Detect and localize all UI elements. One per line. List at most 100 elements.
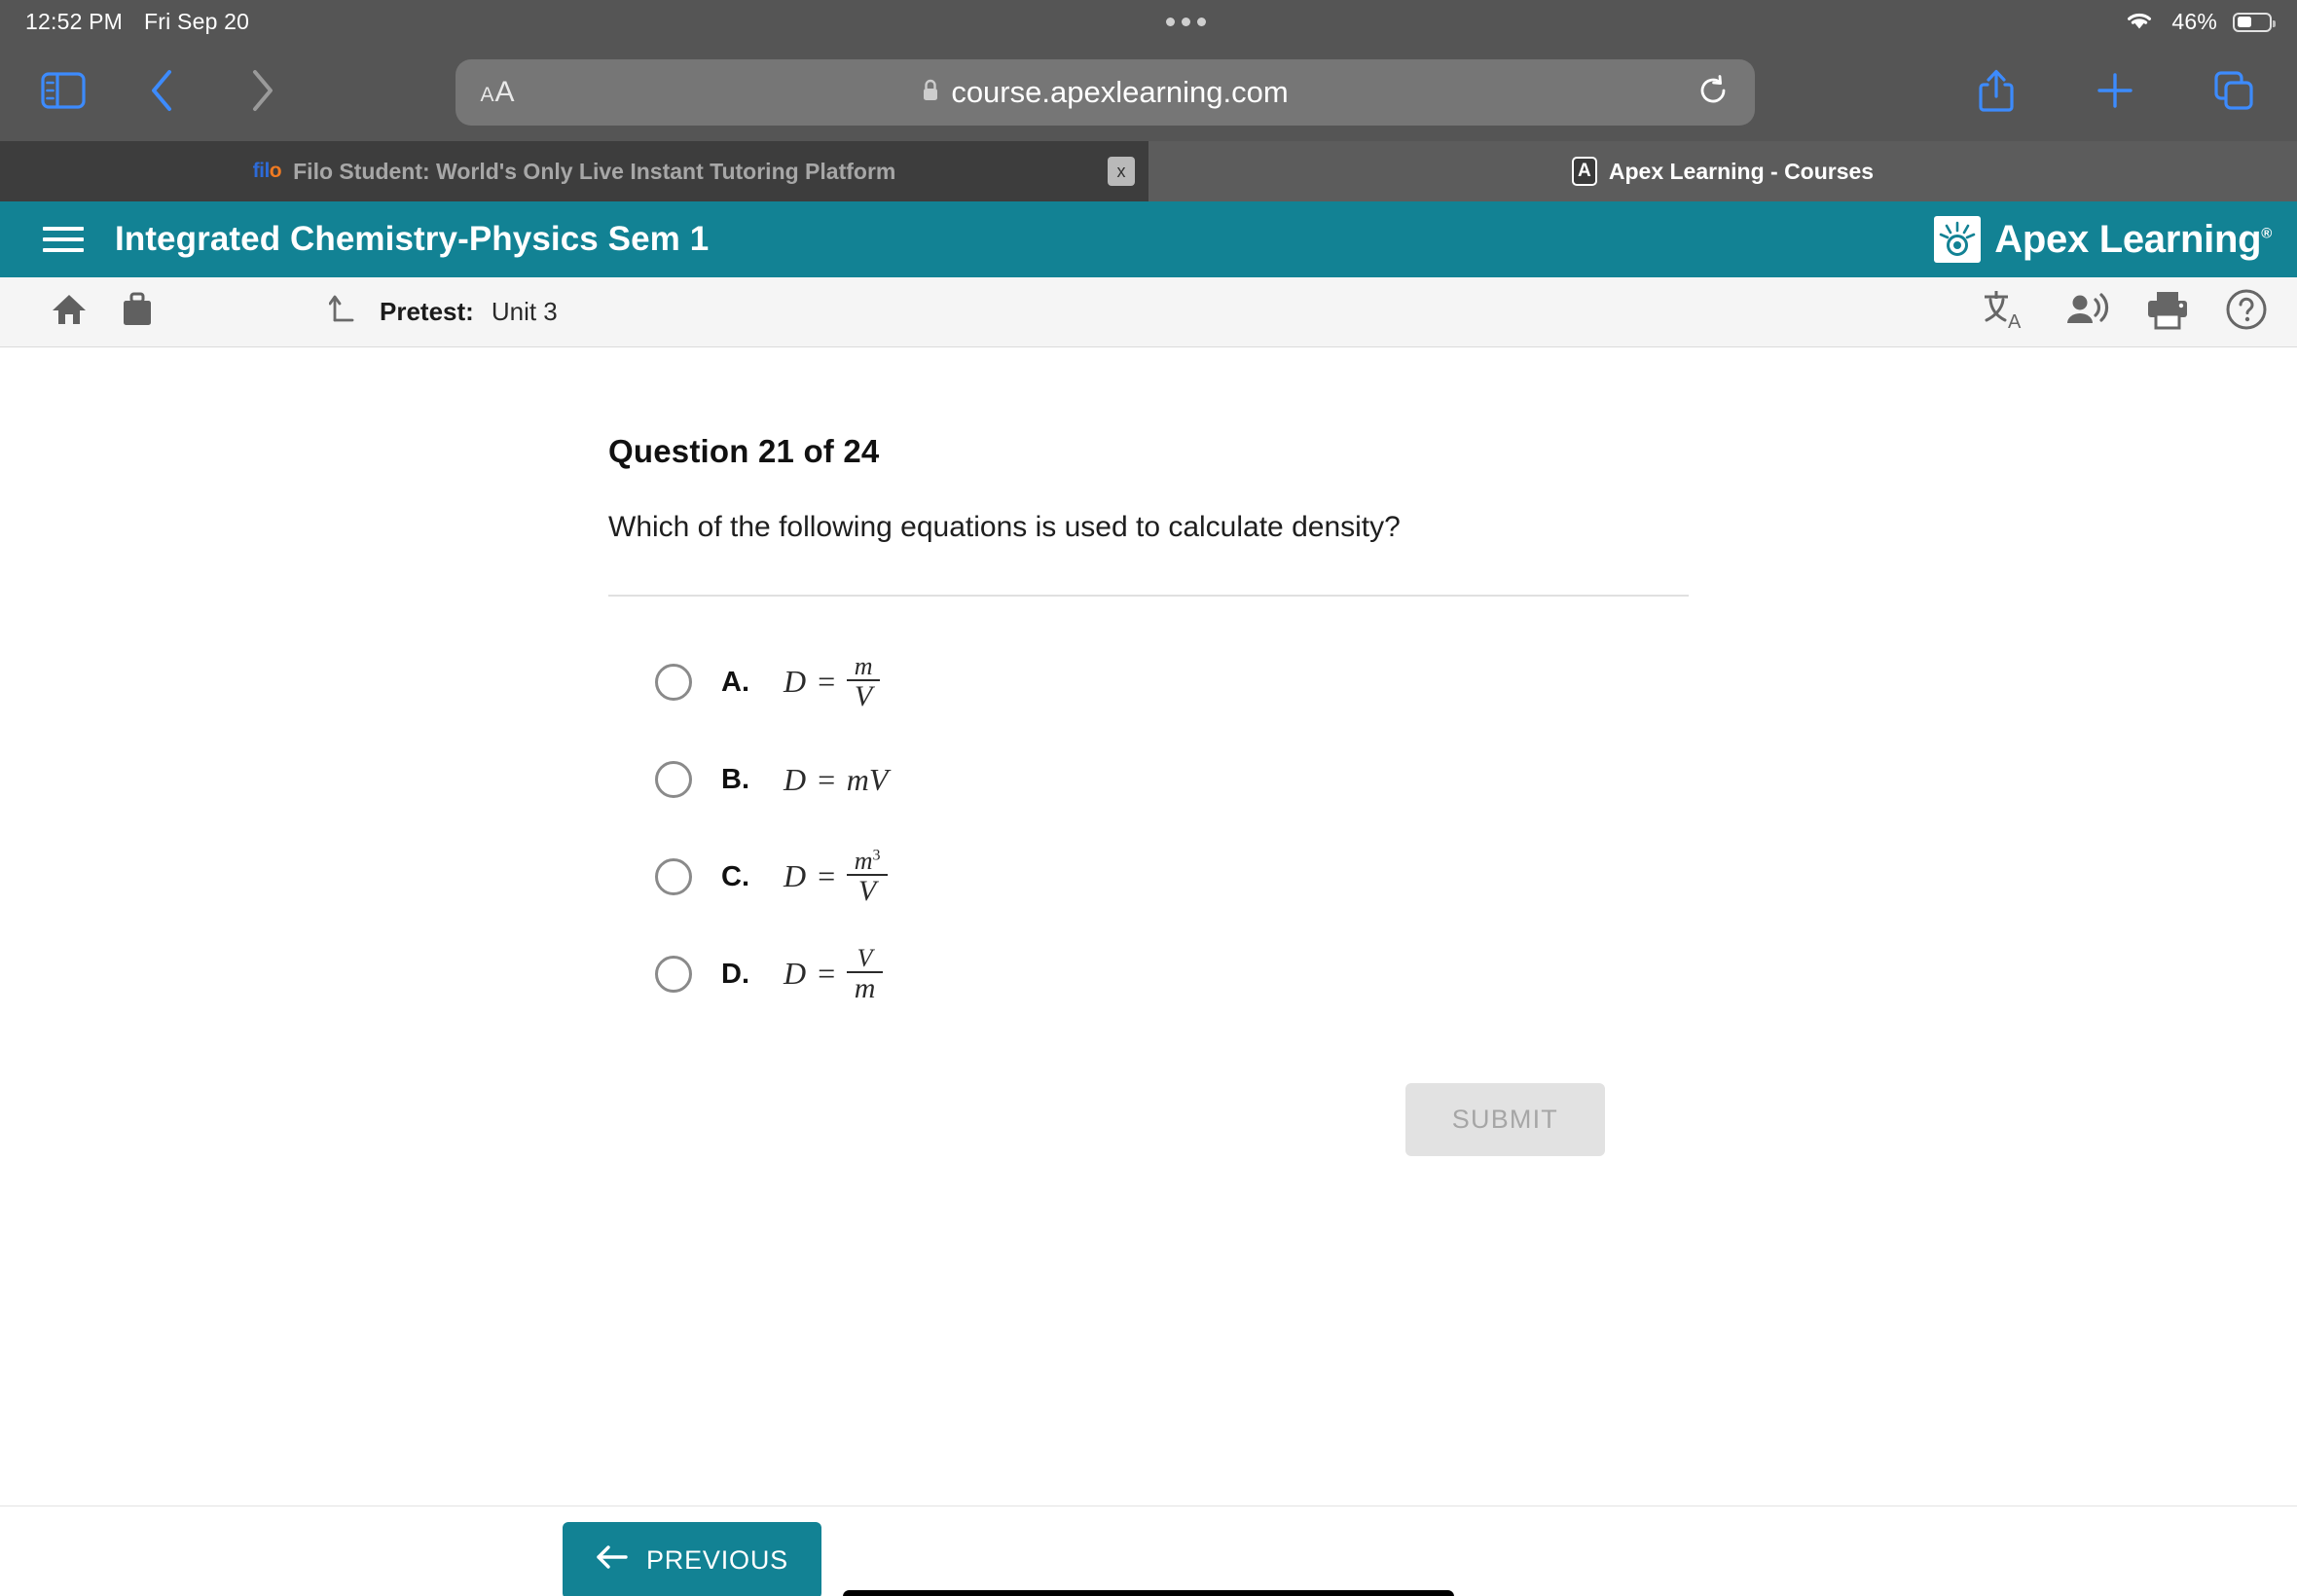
equation-rhs: mV: [846, 761, 889, 797]
menu-line: [43, 237, 84, 241]
answer-option-d[interactable]: D. D = V m: [655, 925, 1689, 1023]
question-heading: Question 21 of 24: [608, 433, 880, 469]
ios-home-indicator[interactable]: [843, 1590, 1454, 1596]
forward-button[interactable]: [226, 56, 298, 128]
status-time: 12:52 PM: [25, 9, 124, 34]
equation-equals: =: [816, 858, 837, 894]
up-level-button[interactable]: [328, 291, 362, 333]
print-icon: [2145, 292, 2190, 334]
fraction-denominator: m: [854, 971, 876, 1004]
status-bar-left: 12:52 PM Fri Sep 20: [25, 9, 249, 35]
apex-favicon-icon: A: [1571, 157, 1597, 186]
browser-toolbar: AA course.apexlearning.com: [0, 44, 2297, 141]
question-panel: Question 21 of 24 Which of the following…: [608, 347, 1689, 1156]
print-button[interactable]: [2145, 289, 2190, 335]
equation-lhs: D: [784, 956, 807, 992]
radio-button-b[interactable]: [655, 761, 692, 798]
filo-favicon-icon: filo: [252, 160, 282, 182]
option-letter-a: A.: [721, 666, 749, 698]
multitask-dot: [1182, 18, 1191, 26]
fraction: V m: [846, 943, 884, 1004]
previous-button-label: PREVIOUS: [646, 1545, 788, 1575]
tab-title: Apex Learning - Courses: [1608, 158, 1875, 184]
tabs-overview-icon: [2212, 69, 2255, 117]
plus-icon: [2095, 70, 2135, 116]
address-bar[interactable]: AA course.apexlearning.com: [455, 59, 1755, 126]
sidebar-toggle-button[interactable]: [27, 56, 99, 128]
equation-equals: =: [816, 956, 837, 992]
navigation-footer: PREVIOUS: [0, 1505, 2297, 1596]
activity-breadcrumb: Pretest: Unit 3: [328, 291, 1982, 333]
help-icon: [2225, 289, 2268, 335]
radio-button-a[interactable]: [655, 664, 692, 701]
chevron-right-icon: [247, 68, 276, 118]
option-equation-d: D = V m: [784, 943, 884, 1004]
reload-icon: [1696, 74, 1730, 112]
status-date: Fri Sep 20: [144, 9, 250, 34]
home-icon: [51, 295, 88, 331]
fraction-numerator: m3: [854, 846, 881, 875]
equation-lhs: D: [784, 858, 807, 894]
answer-options-list: A. D = m V B. D = mV C. D = m3 V D. D = …: [608, 634, 1689, 1023]
previous-button[interactable]: PREVIOUS: [563, 1522, 821, 1596]
apex-logo-mark-icon: [1934, 216, 1982, 263]
new-tab-button[interactable]: [2079, 56, 2151, 128]
svg-text:A: A: [2008, 311, 2022, 331]
option-equation-c: D = m3 V: [784, 846, 889, 907]
wifi-icon: [2123, 7, 2156, 38]
up-level-arrow-icon: [328, 295, 362, 332]
browser-tab-bar: filo Filo Student: World's Only Live Ins…: [0, 141, 2297, 201]
read-aloud-icon: [2063, 293, 2110, 333]
fraction-numerator: V: [857, 943, 873, 972]
answer-option-a[interactable]: A. D = m V: [655, 634, 1689, 731]
reload-button[interactable]: [1696, 74, 1730, 112]
multitask-handle[interactable]: [249, 18, 2123, 26]
menu-line: [43, 248, 84, 252]
share-button[interactable]: [1960, 56, 2032, 128]
tab-filo-student[interactable]: filo Filo Student: World's Only Live Ins…: [0, 141, 1148, 201]
text-size-small-a: A: [480, 84, 494, 106]
hamburger-menu-icon[interactable]: [43, 227, 84, 252]
equation-equals: =: [816, 664, 837, 700]
fraction: m V: [846, 651, 881, 712]
radio-button-c[interactable]: [655, 858, 692, 895]
answer-option-c[interactable]: C. D = m3 V: [655, 828, 1689, 925]
question-prompt: Which of the following equations is used…: [608, 511, 1401, 543]
fraction-numerator-exponent: 3: [872, 846, 881, 863]
option-equation-b: D = mV: [784, 762, 888, 798]
option-letter-c: C.: [721, 860, 749, 892]
equation-equals: =: [816, 761, 837, 797]
tabs-overview-button[interactable]: [2198, 56, 2270, 128]
fraction-numerator: m: [854, 651, 873, 680]
url-text: course.apexlearning.com: [951, 75, 1289, 109]
text-size-large-a: A: [494, 76, 515, 108]
battery-percent: 46%: [2171, 9, 2217, 34]
text-size-button[interactable]: AA: [481, 76, 515, 109]
fraction-denominator: V: [857, 874, 877, 907]
course-title: Integrated Chemistry-Physics Sem 1: [115, 220, 710, 258]
option-equation-a: D = m V: [784, 651, 881, 712]
home-button[interactable]: [51, 292, 88, 332]
briefcase-button[interactable]: [121, 292, 154, 332]
status-bar-right: 46%: [2123, 7, 2276, 38]
translate-button[interactable]: A: [1982, 288, 2028, 336]
answer-option-b[interactable]: B. D = mV: [655, 731, 1689, 828]
help-button[interactable]: [2225, 288, 2268, 336]
apex-logo-trademark: ®: [2261, 225, 2272, 242]
submit-button[interactable]: SUBMIT: [1404, 1083, 1605, 1156]
back-button[interactable]: [127, 56, 199, 128]
fraction-denominator: V: [854, 679, 873, 712]
tab-apex-learning-courses[interactable]: A Apex Learning - Courses: [1148, 141, 2297, 201]
question-divider: [608, 595, 1689, 597]
multitask-dot: [1166, 18, 1176, 26]
menu-line: [43, 227, 84, 231]
lock-icon: [921, 78, 940, 108]
tab-close-button[interactable]: x: [1108, 157, 1135, 186]
apex-learning-logo: Apex Learning®: [1934, 216, 2272, 263]
arrow-left-icon: [596, 1543, 629, 1578]
equation-lhs: D: [784, 761, 807, 797]
submit-row: SUBMIT: [608, 1083, 1689, 1156]
question-content-area: Question 21 of 24 Which of the following…: [0, 347, 2297, 1505]
read-aloud-button[interactable]: [2063, 290, 2110, 334]
radio-button-d[interactable]: [655, 956, 692, 993]
